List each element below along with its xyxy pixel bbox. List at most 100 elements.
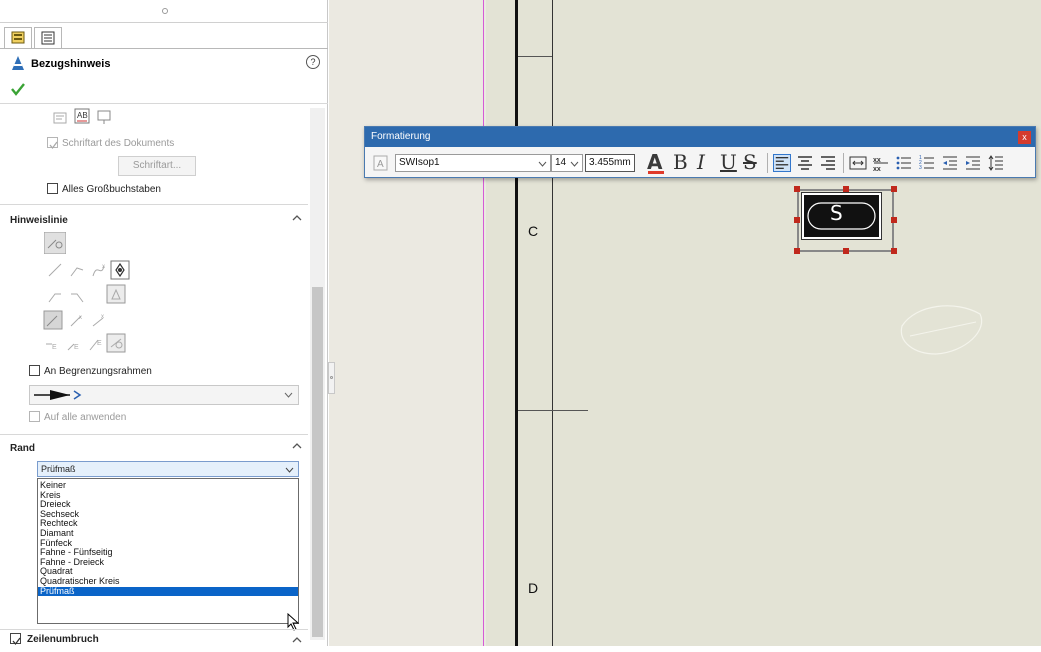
- svg-text:x: x: [102, 264, 105, 270]
- list-item[interactable]: Keiner: [38, 480, 298, 491]
- selection-handle[interactable]: [891, 248, 897, 254]
- collapse-icon[interactable]: [292, 636, 302, 644]
- divider: [0, 629, 308, 630]
- leader-section-title: Hinweislinie: [10, 215, 68, 226]
- divider: [0, 434, 308, 435]
- leader-left-icon[interactable]: [47, 288, 63, 304]
- svg-text:A: A: [377, 159, 384, 170]
- list-item[interactable]: Fahne - Dreieck: [38, 557, 298, 568]
- decrease-indent-icon[interactable]: [941, 154, 959, 172]
- align-right-icon[interactable]: [819, 154, 837, 172]
- zone-tick: [518, 56, 552, 57]
- leader-bent-icon[interactable]: [69, 262, 85, 278]
- italic-button[interactable]: I: [697, 150, 705, 174]
- selection-handle[interactable]: [843, 248, 849, 254]
- datum-note-icon: [12, 56, 24, 70]
- chevron-down-icon: [538, 161, 547, 167]
- toolbar-separator: [843, 153, 844, 173]
- strikethrough-button[interactable]: S: [743, 150, 757, 174]
- selection-handle[interactable]: [843, 186, 849, 192]
- help-icon[interactable]: ?: [306, 55, 320, 69]
- list-item[interactable]: Rechteck: [38, 519, 298, 529]
- panel-grip[interactable]: [162, 8, 168, 14]
- toolbar-title[interactable]: Formatierung: [365, 127, 1035, 147]
- ok-checkmark-icon[interactable]: [10, 82, 26, 96]
- text-frame-icon[interactable]: [96, 109, 112, 125]
- arrow-style-icon: [34, 390, 82, 400]
- property-manager: Bezugshinweis ? AB Schriftart des Dokume…: [0, 0, 328, 646]
- multi-leader-4-icon[interactable]: [106, 333, 126, 353]
- collapse-icon[interactable]: [292, 442, 302, 450]
- border-style-select[interactable]: Prüfmaß: [37, 461, 299, 477]
- text-align-icon[interactable]: [52, 110, 68, 126]
- list-item[interactable]: Diamant: [38, 528, 298, 539]
- leader-none-icon[interactable]: [44, 232, 66, 254]
- leader-right-icon[interactable]: [69, 288, 85, 304]
- leader-straight-icon[interactable]: [47, 262, 63, 278]
- svg-text:E: E: [97, 340, 102, 347]
- leader-nearest-icon[interactable]: [106, 284, 126, 304]
- doc-font-label: Schriftart des Dokuments: [62, 138, 175, 149]
- multi-leader-2-icon[interactable]: E: [66, 338, 82, 354]
- border-frame-label: An Begrenzungsrahmen: [44, 366, 152, 377]
- formatting-toolbar: Formatierung x A SWIsop1 14 3.455mm A B …: [364, 126, 1036, 178]
- border-frame-checkbox[interactable]: [29, 365, 40, 376]
- leader-spline-icon[interactable]: x: [91, 262, 107, 278]
- text-style-icon[interactable]: AB: [74, 108, 90, 124]
- font-button[interactable]: Schriftart...: [118, 156, 196, 176]
- font-size-select[interactable]: 14: [551, 154, 583, 172]
- selection-handle[interactable]: [794, 217, 800, 223]
- border-line: [515, 0, 518, 646]
- selection-handle[interactable]: [891, 186, 897, 192]
- align-left-icon[interactable]: [773, 154, 791, 172]
- leader-attach-x2-icon[interactable]: x: [91, 312, 107, 328]
- tab-property-manager[interactable]: [4, 27, 32, 49]
- stack-icon[interactable]: xxxx: [872, 154, 890, 172]
- svg-text:x: x: [79, 315, 82, 321]
- multi-leader-1-icon[interactable]: E: [44, 338, 60, 354]
- font-size-value: 14: [555, 157, 567, 168]
- font-select[interactable]: SWIsop1: [395, 154, 551, 172]
- arrow-style-select[interactable]: [29, 385, 299, 405]
- tab-feature-tree[interactable]: [34, 27, 62, 49]
- leader-auto-icon[interactable]: [110, 260, 130, 280]
- list-item[interactable]: Quadratischer Kreis: [38, 576, 298, 587]
- scrollbar-thumb[interactable]: [312, 287, 323, 637]
- all-caps-checkbox[interactable]: [47, 183, 58, 194]
- close-icon[interactable]: x: [1018, 131, 1031, 144]
- panel-splitter[interactable]: [328, 362, 335, 394]
- underline-button[interactable]: U: [720, 150, 737, 174]
- svg-text:x: x: [101, 314, 104, 320]
- bulleted-list-icon[interactable]: [895, 154, 913, 172]
- list-item[interactable]: Kreis: [38, 490, 298, 501]
- doc-font-checkbox[interactable]: [47, 137, 58, 150]
- divider: [0, 103, 328, 104]
- feature-tree-icon: [41, 31, 55, 45]
- leader-attach-icon[interactable]: [43, 310, 63, 330]
- line-break-checkbox[interactable]: [10, 633, 21, 646]
- apply-all-checkbox[interactable]: [29, 411, 40, 422]
- collapse-icon[interactable]: [292, 214, 302, 222]
- selection-handle[interactable]: [891, 217, 897, 223]
- note-text[interactable]: S: [830, 201, 843, 225]
- toolbar-separator: [767, 153, 768, 173]
- datum-note[interactable]: S: [801, 192, 882, 240]
- selection-handle[interactable]: [794, 186, 800, 192]
- selection-handle[interactable]: [794, 248, 800, 254]
- increase-indent-icon[interactable]: [964, 154, 982, 172]
- zone-label-d: D: [528, 580, 539, 596]
- list-item-selected[interactable]: Prüfmaß: [38, 586, 298, 597]
- border-style-list: Keiner Kreis Dreieck Sechseck Rechteck D…: [37, 478, 299, 624]
- line-spacing-icon[interactable]: [987, 154, 1005, 172]
- font-style-icon[interactable]: A: [372, 154, 390, 172]
- bold-button[interactable]: B: [673, 150, 688, 174]
- fit-width-icon[interactable]: [849, 154, 867, 172]
- numbered-list-icon[interactable]: 123: [918, 154, 936, 172]
- multi-leader-3-icon[interactable]: E: [88, 336, 104, 352]
- text-height-input[interactable]: 3.455mm: [585, 154, 635, 172]
- svg-text:xx: xx: [873, 166, 881, 172]
- chevron-down-icon: [570, 161, 579, 167]
- align-center-icon[interactable]: [796, 154, 814, 172]
- line-break-label: Zeilenumbruch: [27, 634, 99, 645]
- leader-attach-x-icon[interactable]: x: [69, 312, 85, 328]
